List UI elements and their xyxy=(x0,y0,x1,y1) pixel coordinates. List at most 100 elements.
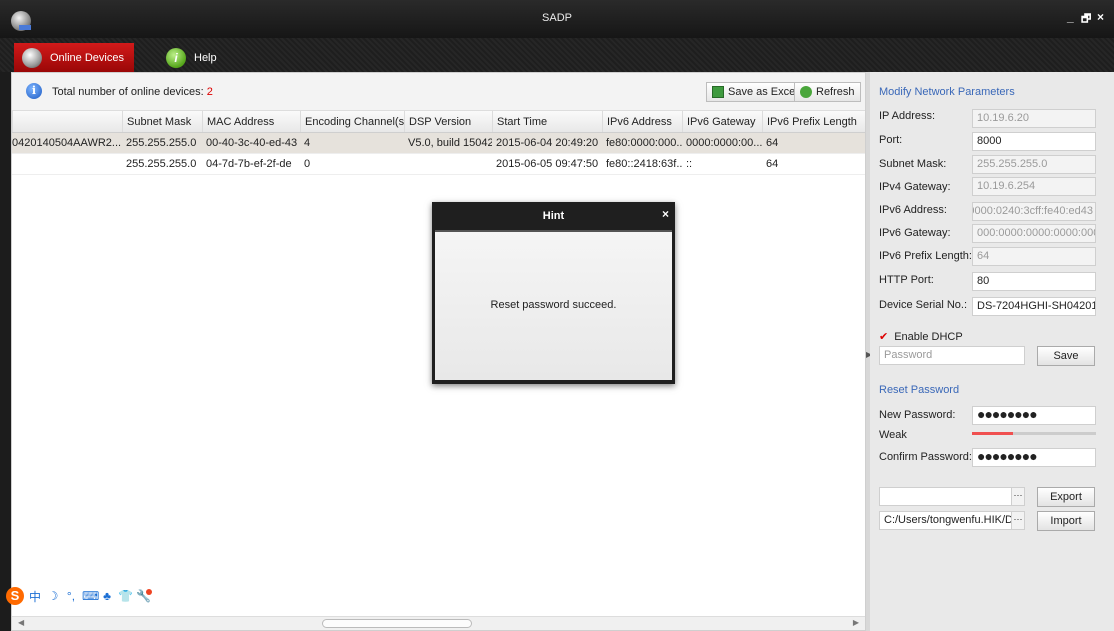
ime-punctuation-icon[interactable]: °, xyxy=(64,589,78,603)
ipv6-gateway-label: IPv6 Gateway: xyxy=(879,227,951,239)
ime-skin-icon[interactable]: 👕 xyxy=(118,589,133,603)
tab-online-devices[interactable]: Online Devices xyxy=(14,43,134,72)
tab-label: Online Devices xyxy=(50,51,124,64)
total-devices-label: Total number of online devices: xyxy=(52,86,204,98)
ipv4-gateway-field[interactable]: 10.19.6.254 xyxy=(972,177,1096,196)
confirm-password-label: Confirm Password: xyxy=(879,451,972,463)
confirm-password-field[interactable]: ●●●●●●●● xyxy=(972,448,1096,467)
device-serial-field[interactable]: DS-7204HGHI-SH0420140 xyxy=(972,297,1096,316)
ip-address-label: IP Address: xyxy=(879,110,936,122)
cell-ipv6-address: fe80:0000:000... xyxy=(606,137,682,149)
import-path-field[interactable]: C:/Users/tongwenfu.HIK/Des ··· xyxy=(879,511,1025,530)
enable-dhcp-checkbox[interactable]: ✔ Enable DHCP xyxy=(879,330,963,344)
scroll-right-arrow-icon[interactable]: ▶ xyxy=(853,618,859,627)
ime-chinese-mode-icon[interactable]: 中 xyxy=(28,588,42,605)
horizontal-scrollbar[interactable]: ◀ ▶ xyxy=(12,616,865,630)
dialog-title: Hint xyxy=(542,210,565,222)
http-port-label: HTTP Port: xyxy=(879,274,934,286)
device-table: Subnet Mask MAC Address Encoding Channel… xyxy=(12,111,865,175)
notification-dot xyxy=(146,589,152,595)
password-input[interactable]: Password xyxy=(879,346,1025,365)
column-header-subnet-mask[interactable]: Subnet Mask xyxy=(122,111,202,132)
column-header-mac-address[interactable]: MAC Address xyxy=(202,111,300,132)
column-header-dsp-version[interactable]: DSP Version xyxy=(404,111,492,132)
http-port-field[interactable]: 80 xyxy=(972,272,1096,291)
cell-ipv6-address: fe80::2418:63f... xyxy=(606,158,682,170)
ime-moon-icon[interactable]: ☽ xyxy=(46,589,60,603)
enable-dhcp-label: Enable DHCP xyxy=(894,330,963,343)
dialog-close-button[interactable]: × xyxy=(662,207,669,221)
checkmark-icon: ✔ xyxy=(879,331,889,343)
import-browse-button[interactable]: ··· xyxy=(1011,512,1024,529)
ime-toolbar[interactable]: S 中 ☽ °, ⌨ ♣ 👕 🔧 xyxy=(6,585,152,607)
help-icon: i xyxy=(166,47,186,68)
import-path-value: C:/Users/tongwenfu.HIK/Des xyxy=(884,514,1025,526)
password-strength-bar xyxy=(972,432,1096,435)
cell-subnet-mask: 255.255.255.0 xyxy=(126,158,197,170)
restore-button[interactable]: 🗗 xyxy=(1081,10,1091,29)
ipv6-address-label: IPv6 Address: xyxy=(879,204,947,216)
ipv4-gateway-label: IPv4 Gateway: xyxy=(879,181,951,193)
tab-bar: Online Devices i Help xyxy=(0,38,1114,72)
refresh-button[interactable]: Refresh xyxy=(794,82,861,102)
column-header-ipv6-gateway[interactable]: IPv6 Gateway xyxy=(682,111,762,132)
device-serial-label: Device Serial No.: xyxy=(879,299,968,311)
column-header-ipv6-prefix-length[interactable]: IPv6 Prefix Length xyxy=(762,111,866,132)
scroll-left-arrow-icon[interactable]: ◀ xyxy=(18,618,24,627)
modify-network-title: Modify Network Parameters xyxy=(879,86,1015,98)
cell-start-time: 2015-06-04 20:49:20 xyxy=(496,137,599,149)
column-header-encoding-channels[interactable]: Encoding Channel(s) xyxy=(300,111,404,132)
info-icon: i xyxy=(26,83,42,99)
total-devices-count: 2 xyxy=(206,86,213,98)
ipv6-prefix-length-field[interactable]: 64 xyxy=(972,247,1096,266)
title-bar: SADP _ 🗗 × xyxy=(0,0,1114,38)
subnet-mask-field[interactable]: 255.255.255.0 xyxy=(972,155,1096,174)
refresh-label: Refresh xyxy=(816,86,855,98)
ime-keyboard-icon[interactable]: ⌨ xyxy=(82,589,99,603)
list-toolbar: i Total number of online devices: 2 Save… xyxy=(12,73,865,111)
port-label: Port: xyxy=(879,134,903,146)
column-header-ipv6-address[interactable]: IPv6 Address xyxy=(602,111,682,132)
scrollbar-thumb[interactable] xyxy=(322,619,472,628)
ipv6-address-field[interactable]: fe80:0000:0000:0000:0240:3cff:fe40:ed43 xyxy=(972,202,1096,221)
ip-address-field[interactable]: 10.19.6.20 xyxy=(972,109,1096,128)
table-header: Subnet Mask MAC Address Encoding Channel… xyxy=(12,111,865,133)
cell-ipv6-gateway: :: xyxy=(686,158,693,170)
port-field[interactable]: 8000 xyxy=(972,132,1096,151)
save-button[interactable]: Save xyxy=(1037,346,1095,366)
cell-start-time: 2015-06-05 09:47:50 xyxy=(496,158,599,170)
cell-serial: 0420140504AAWR2... xyxy=(12,137,122,149)
dialog-message: Reset password succeed. xyxy=(490,299,617,311)
new-password-label: New Password: xyxy=(879,409,956,421)
export-browse-button[interactable]: ··· xyxy=(1011,488,1024,505)
cell-subnet-mask: 255.255.255.0 xyxy=(126,137,197,149)
cell-ipv6-prefix-length: 64 xyxy=(766,137,779,149)
column-header-start-time[interactable]: Start Time xyxy=(492,111,602,132)
reset-password-title: Reset Password xyxy=(879,384,960,396)
ipv6-gateway-field[interactable]: 000:0000:0000:0000:0000 xyxy=(972,224,1096,243)
export-path-field[interactable]: ··· xyxy=(879,487,1025,506)
ime-tools-icon[interactable]: 🔧 xyxy=(136,589,152,603)
refresh-icon xyxy=(800,86,812,98)
subnet-mask-label: Subnet Mask: xyxy=(879,158,947,170)
import-button[interactable]: Import xyxy=(1037,511,1095,531)
ime-user-icon[interactable]: ♣ xyxy=(100,589,114,603)
minimize-button[interactable]: _ xyxy=(1067,10,1074,24)
password-strength-fill xyxy=(972,432,1013,435)
save-as-excel-button[interactable]: Save as Excel xyxy=(706,82,804,102)
tab-help[interactable]: i Help xyxy=(160,43,240,72)
close-button[interactable]: × xyxy=(1097,10,1104,24)
table-row[interactable]: 255.255.255.0 04-7d-7b-ef-2f-de 0 2015-0… xyxy=(12,154,865,175)
cell-dsp-version xyxy=(404,154,492,174)
ipv6-prefix-length-label: IPv6 Prefix Length: xyxy=(879,250,972,262)
table-row[interactable]: 0420140504AAWR2... 255.255.255.0 00-40-3… xyxy=(12,133,865,154)
cell-encoding-channels: 4 xyxy=(304,137,311,149)
cell-ipv6-prefix-length: 64 xyxy=(766,158,779,170)
ime-logo-icon[interactable]: S xyxy=(6,587,24,605)
column-header[interactable] xyxy=(12,111,122,132)
cell-serial xyxy=(12,154,122,174)
cell-mac-address: 04-7d-7b-ef-2f-de xyxy=(206,158,292,170)
device-search-icon xyxy=(22,47,42,68)
new-password-field[interactable]: ●●●●●●●● xyxy=(972,406,1096,425)
export-button[interactable]: Export xyxy=(1037,487,1095,507)
